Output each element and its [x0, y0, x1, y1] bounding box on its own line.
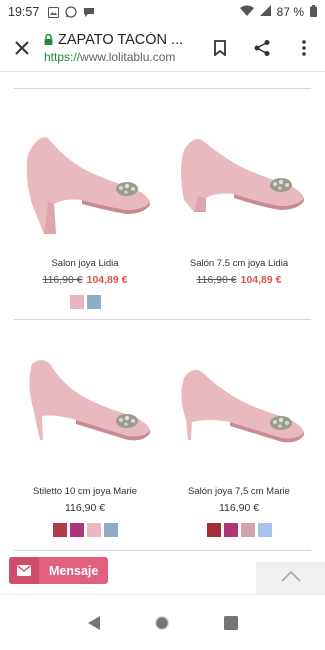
color-swatch[interactable]	[86, 295, 101, 309]
bookmark-icon[interactable]	[199, 24, 241, 72]
whatsapp-icon	[65, 6, 77, 18]
product-card[interactable]: Salón 7.5 cm joya Lidia 116,90 €104,89 €	[158, 106, 320, 295]
product-image[interactable]	[4, 106, 166, 256]
divider	[14, 319, 311, 320]
share-icon[interactable]	[241, 24, 283, 72]
color-swatches	[4, 523, 166, 537]
divider	[14, 88, 311, 89]
sale-price: 104,89 €	[240, 274, 282, 286]
close-icon[interactable]	[0, 24, 44, 72]
color-swatch[interactable]	[206, 523, 221, 537]
price: 116,90 €	[218, 502, 260, 514]
color-swatch[interactable]	[69, 523, 84, 537]
color-swatch[interactable]	[257, 523, 272, 537]
battery-icon	[310, 4, 317, 20]
sale-price: 104,89 €	[86, 274, 128, 286]
color-swatch[interactable]	[86, 523, 101, 537]
scroll-to-top-button[interactable]	[256, 562, 325, 594]
product-price: 116,90 €	[158, 502, 320, 514]
product-name[interactable]: Salón joya 7,5 cm Marie	[158, 486, 320, 497]
product-image[interactable]	[158, 334, 320, 484]
system-nav-bar	[0, 594, 325, 650]
product-name[interactable]: Stiletto 10 cm joya Marie	[4, 486, 166, 497]
home-icon[interactable]	[147, 608, 177, 638]
product-card[interactable]: Stiletto 10 cm joya Marie 116,90 €	[4, 334, 166, 537]
url-host: www.lolitablu.com	[80, 49, 176, 64]
color-swatch[interactable]	[69, 295, 84, 309]
message-button[interactable]: Mensaje	[9, 557, 108, 584]
status-bar: 19:57 87 %	[0, 0, 325, 24]
mail-icon	[9, 557, 39, 584]
divider	[14, 550, 311, 551]
image-notification-icon	[47, 6, 59, 18]
chevron-up-icon	[280, 569, 301, 587]
signal-icon	[259, 5, 271, 19]
color-swatches	[4, 295, 166, 309]
product-card[interactable]: Salon joya Lidia 116,90 €104,89 €	[4, 106, 166, 309]
status-time: 19:57	[8, 5, 40, 19]
product-price: 116,90 €	[4, 502, 166, 514]
wifi-icon	[239, 5, 254, 19]
page-title: ZAPATO TACÓN ...	[58, 31, 184, 48]
lock-icon	[44, 34, 53, 45]
product-card[interactable]: Salón joya 7,5 cm Marie 116,90 €	[158, 334, 320, 537]
url-scheme: https://	[44, 49, 81, 64]
product-name[interactable]: Salón 7.5 cm joya Lidia	[158, 258, 320, 269]
battery-level: 87 %	[276, 5, 304, 19]
page-url: https://www.lolitablu.com	[44, 50, 199, 64]
back-icon[interactable]	[79, 608, 109, 638]
color-swatch[interactable]	[240, 523, 255, 537]
page-info[interactable]: ZAPATO TACÓN ... https://www.lolitablu.c…	[44, 32, 199, 64]
custom-tab-toolbar: ZAPATO TACÓN ... https://www.lolitablu.c…	[0, 24, 325, 72]
product-image[interactable]	[4, 334, 166, 484]
recents-icon[interactable]	[216, 608, 246, 638]
color-swatches	[158, 523, 320, 537]
more-options-icon[interactable]	[283, 24, 325, 72]
product-price: 116,90 €104,89 €	[4, 274, 166, 286]
old-price: 116,90 €	[196, 274, 237, 286]
product-price: 116,90 €104,89 €	[158, 274, 320, 286]
old-price: 116,90 €	[42, 274, 83, 286]
color-swatch[interactable]	[223, 523, 238, 537]
product-name[interactable]: Salon joya Lidia	[4, 258, 166, 269]
message-button-label: Mensaje	[49, 563, 99, 578]
color-swatch[interactable]	[103, 523, 118, 537]
price: 116,90 €	[64, 502, 106, 514]
product-image[interactable]	[158, 106, 320, 256]
chat-icon	[83, 6, 95, 18]
color-swatch[interactable]	[52, 523, 67, 537]
